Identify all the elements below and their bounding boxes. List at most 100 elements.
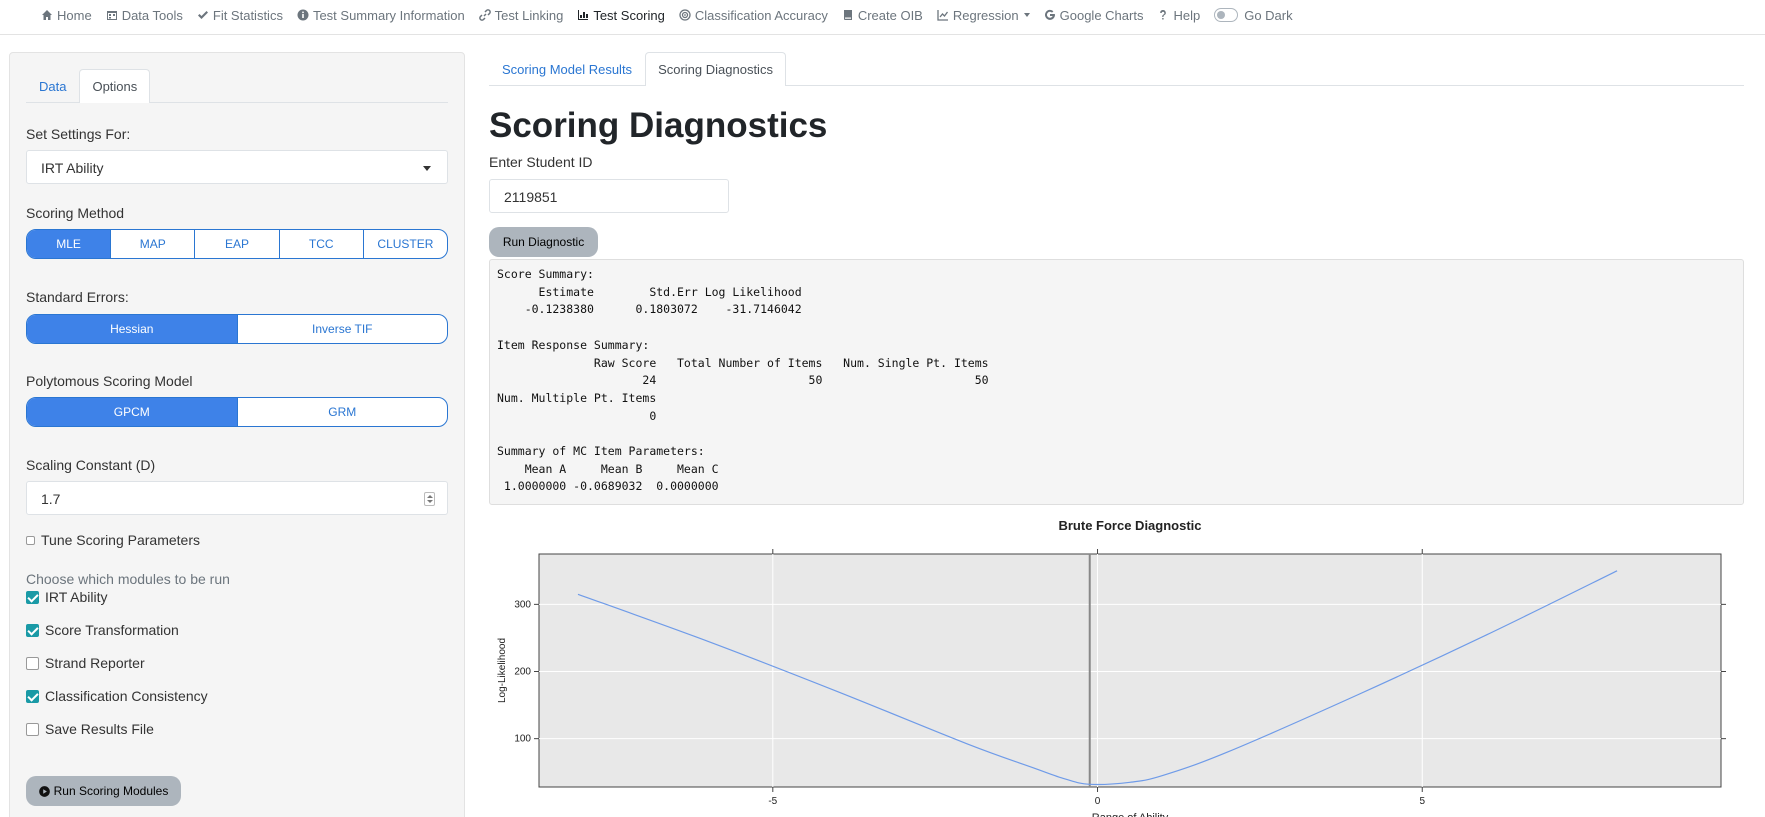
set-settings-value: IRT Ability (41, 160, 104, 176)
scoring-method-map[interactable]: MAP (111, 230, 196, 258)
checkbox-icon[interactable] (26, 722, 39, 736)
module-irt-ability-label: IRT Ability (45, 589, 108, 605)
chart-svg: Brute Force Diagnostic -5 0 5 100 200 300 Log-L… (497, 518, 1726, 817)
nav-test-summary-label: Test Summary Information (312, 7, 465, 23)
std-errors-inverse-tif[interactable]: Inverse TIF (238, 315, 448, 343)
nav-test-scoring-label: Test Scoring (593, 7, 665, 23)
sidebar-tabs: Data Options (26, 69, 448, 103)
nav-create-oib-label: Create OIB (857, 7, 923, 23)
google-icon (1044, 9, 1055, 20)
scoring-method-mle[interactable]: MLE (27, 230, 112, 258)
checkbox-icon[interactable] (26, 535, 35, 545)
scoring-method-cluster[interactable]: CLUSTER (364, 230, 447, 258)
spinner-icon[interactable] (424, 492, 435, 506)
y-axis-label: Log-Likelihood (497, 638, 508, 703)
chevron-down-icon (1023, 13, 1030, 17)
chart-title: Brute Force Diagnostic (1058, 518, 1201, 533)
play-circle-icon (38, 785, 50, 797)
nav-test-scoring[interactable]: Test Scoring (577, 7, 665, 23)
std-errors-label: Standard Errors: (26, 289, 129, 305)
checkbox-icon[interactable] (26, 656, 39, 670)
nav-fit-statistics[interactable]: Fit Statistics (197, 7, 283, 23)
scoring-method-eap[interactable]: EAP (195, 230, 280, 258)
bar-chart-icon (578, 10, 589, 20)
tab-options[interactable]: Options (79, 69, 151, 103)
dropdown-arrow-icon (423, 166, 431, 171)
info-circle-icon (297, 9, 309, 21)
scoring-method-group: MLE MAP EAP TCC CLUSTER (26, 229, 448, 259)
module-classification-consistency[interactable]: Classification Consistency (26, 688, 208, 704)
nav-go-dark-label: Go Dark (1244, 7, 1293, 23)
nav-home-label: Home (57, 7, 92, 23)
nav-test-linking-label: Test Linking (494, 7, 564, 23)
checkbox-checked-icon[interactable] (26, 623, 39, 637)
tab-data[interactable]: Data (26, 69, 79, 102)
run-diagnostic-button[interactable]: Run Diagnostic (489, 227, 598, 257)
score-summary-output: Score Summary: Estimate Std.Err Log Like… (489, 259, 1744, 505)
book-icon (843, 10, 852, 20)
student-id-input[interactable]: 2119851 (489, 179, 729, 213)
main-tabs: Scoring Model Results Scoring Diagnostic… (489, 52, 1744, 86)
module-strand-reporter-label: Strand Reporter (45, 655, 145, 671)
y-tick-label: 200 (514, 667, 531, 678)
nav-items: Home Data Tools Fit Statistics Test Summ… (41, 7, 1307, 23)
check-icon (197, 11, 208, 19)
run-scoring-modules-label: Run Scoring Modules (53, 784, 169, 798)
nav-google-charts-label: Google Charts (1059, 7, 1144, 23)
nav-regression-label: Regression (952, 7, 1019, 23)
bullseye-icon (679, 9, 691, 21)
x-tick-label: 5 (1419, 796, 1425, 807)
line-chart-icon (937, 10, 948, 21)
poly-model-gpcm[interactable]: GPCM (27, 398, 238, 426)
tune-scoring-label: Tune Scoring Parameters (41, 532, 200, 548)
link-icon (478, 9, 491, 21)
question-icon (1160, 9, 1167, 20)
y-tick-label: 100 (514, 734, 531, 745)
scaling-constant-value: 1.7 (41, 491, 61, 507)
nav-fit-statistics-label: Fit Statistics (212, 7, 283, 23)
top-navbar: Home Data Tools Fit Statistics Test Summ… (0, 0, 1765, 35)
page-title: Scoring Diagnostics (489, 106, 828, 145)
set-settings-select[interactable]: IRT Ability (26, 150, 448, 184)
sidebar-panel: Data Options Set Settings For: IRT Abili… (9, 52, 465, 817)
nav-help[interactable]: Help (1157, 7, 1200, 23)
nav-data-tools[interactable]: Data Tools (106, 7, 183, 23)
nav-home[interactable]: Home (41, 7, 92, 23)
poly-model-grm[interactable]: GRM (238, 398, 448, 426)
brute-force-chart: Brute Force Diagnostic -5 0 5 100 200 300 Log-L… (489, 515, 1744, 817)
nav-go-dark[interactable]: Go Dark (1214, 7, 1293, 23)
module-strand-reporter[interactable]: Strand Reporter (26, 655, 145, 671)
module-save-results-file[interactable]: Save Results File (26, 721, 154, 737)
nav-create-oib[interactable]: Create OIB (842, 7, 923, 23)
module-score-transformation[interactable]: Score Transformation (26, 622, 179, 638)
scaling-constant-input[interactable]: 1.7 (26, 481, 448, 515)
set-settings-label: Set Settings For: (26, 126, 131, 142)
nav-test-linking[interactable]: Test Linking (478, 7, 564, 23)
nav-data-tools-label: Data Tools (121, 7, 183, 23)
checkbox-checked-icon[interactable] (26, 590, 39, 604)
x-tick-label: 0 (1095, 796, 1101, 807)
tune-scoring-checkbox[interactable]: Tune Scoring Parameters (26, 532, 200, 548)
nav-regression[interactable]: Regression (937, 7, 1030, 23)
y-tick-label: 300 (514, 599, 531, 610)
student-id-label: Enter Student ID (489, 154, 593, 170)
tab-scoring-diagnostics[interactable]: Scoring Diagnostics (645, 52, 786, 86)
run-scoring-modules-button[interactable]: Run Scoring Modules (26, 776, 181, 806)
x-axis-label: Range of Ability (1092, 812, 1169, 817)
nav-classification-accuracy[interactable]: Classification Accuracy (679, 7, 828, 23)
tab-scoring-model-results[interactable]: Scoring Model Results (489, 52, 645, 85)
calendar-icon (106, 11, 117, 20)
std-errors-hessian[interactable]: Hessian (27, 315, 238, 343)
poly-model-label: Polytomous Scoring Model (26, 373, 193, 389)
module-irt-ability[interactable]: IRT Ability (26, 589, 108, 605)
plot-area (538, 553, 1722, 788)
nav-classification-accuracy-label: Classification Accuracy (694, 7, 828, 23)
home-icon (42, 10, 52, 20)
module-classification-consistency-label: Classification Consistency (45, 688, 208, 704)
nav-google-charts[interactable]: Google Charts (1044, 7, 1144, 23)
scoring-method-tcc[interactable]: TCC (280, 230, 364, 258)
checkbox-checked-icon[interactable] (26, 689, 39, 703)
dark-mode-toggle[interactable] (1214, 8, 1239, 22)
module-score-transformation-label: Score Transformation (45, 622, 179, 638)
nav-test-summary[interactable]: Test Summary Information (297, 7, 465, 23)
